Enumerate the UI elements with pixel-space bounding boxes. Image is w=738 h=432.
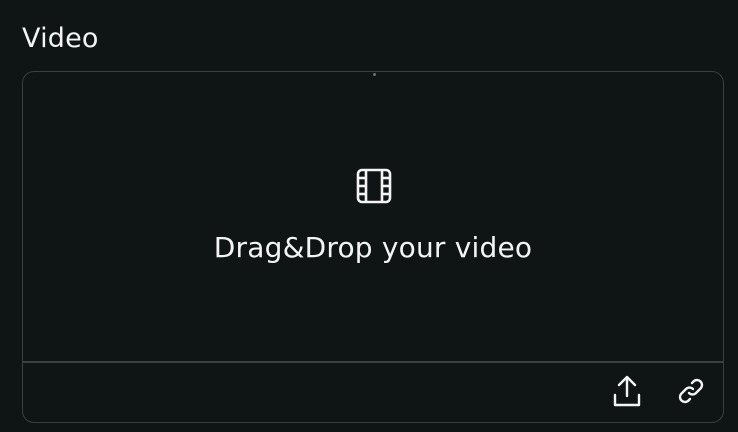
drop-instruction-text: Drag&Drop your video: [213, 231, 533, 264]
upload-icon: [612, 375, 642, 411]
upload-button[interactable]: [609, 375, 645, 411]
video-dropzone[interactable]: Drag&Drop your video: [22, 71, 724, 423]
video-field-label: Video: [22, 23, 99, 54]
film-icon: [356, 168, 392, 204]
link-button[interactable]: [673, 375, 709, 411]
dropzone-toolbar: [23, 363, 723, 422]
link-icon: [677, 377, 705, 409]
drop-area[interactable]: Drag&Drop your video: [23, 72, 723, 361]
